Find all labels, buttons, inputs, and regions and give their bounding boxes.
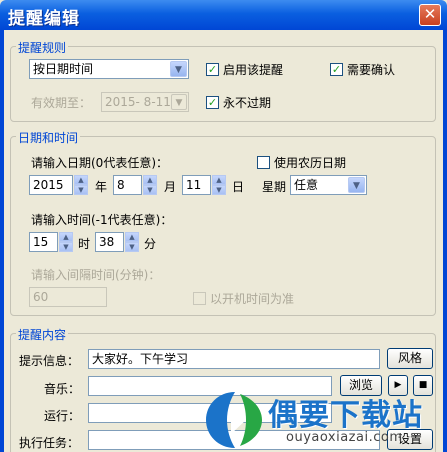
confirm-label: 需要确认: [347, 63, 396, 77]
month-unit: 月: [164, 180, 177, 194]
watermark-url: ouyaoxiazai.com: [286, 430, 403, 445]
year-unit: 年: [95, 180, 108, 194]
validity-label: 有效期至：: [31, 96, 92, 110]
year-spin-up[interactable]: ▲: [74, 175, 88, 185]
watermark-brand: 偶要下载站: [268, 398, 423, 433]
style-button[interactable]: 风格: [387, 348, 433, 369]
minute-spin-down[interactable]: ▼: [125, 242, 139, 252]
mode-select-value: 按日期时间: [33, 62, 94, 76]
enable-label: 启用该提醒: [223, 63, 284, 77]
rule-legend: 提醒规则: [16, 39, 69, 56]
check-icon: ✓: [331, 63, 342, 76]
hour-unit: 时: [78, 237, 91, 251]
month-spin-up[interactable]: ▲: [143, 175, 157, 185]
minute-input[interactable]: 38: [95, 232, 124, 252]
datetime-legend: 日期和时间: [16, 129, 81, 146]
window-title: 提醒编辑: [8, 9, 80, 29]
month-value: 8: [117, 178, 125, 192]
interval-value: 60: [33, 290, 49, 304]
never-expire-label: 永不过期: [223, 96, 272, 110]
check-icon: ✓: [207, 96, 218, 109]
mode-select[interactable]: 按日期时间: [29, 59, 189, 79]
day-value: 11: [186, 178, 202, 192]
watermark-logo-icon: [206, 392, 262, 448]
weekday-label: 星期: [262, 180, 287, 194]
minute-unit: 分: [144, 237, 157, 251]
day-spin-up[interactable]: ▲: [212, 175, 226, 185]
day-unit: 日: [232, 180, 245, 194]
interval-input: 60: [29, 287, 107, 307]
never-expire-checkbox[interactable]: ✓: [206, 96, 219, 109]
content-legend: 提醒内容: [16, 326, 69, 343]
check-icon: ✓: [207, 63, 218, 76]
confirm-checkbox[interactable]: ✓: [330, 63, 343, 76]
message-input[interactable]: 大家好。下午学习: [88, 349, 380, 369]
lunar-checkbox[interactable]: [257, 156, 270, 169]
boot-time-checkbox: [193, 292, 206, 305]
window-border-left: [0, 30, 4, 452]
time-prompt: 请输入时间(-1代表任意)：: [31, 213, 173, 227]
hour-spin-up[interactable]: ▲: [59, 232, 73, 242]
lunar-label: 使用农历日期: [274, 156, 347, 170]
date-prompt: 请输入日期(0代表任意)：: [31, 156, 168, 170]
run-label: 运行：: [44, 409, 81, 423]
close-button[interactable]: ✕: [419, 4, 441, 26]
day-input[interactable]: 11: [182, 175, 211, 195]
hour-value: 15: [33, 235, 49, 249]
year-value: 2015: [33, 178, 64, 192]
month-input[interactable]: 8: [113, 175, 142, 195]
month-spin-down[interactable]: ▼: [143, 185, 157, 195]
weekday-value: 任意: [294, 178, 319, 192]
window-border-right: [443, 30, 447, 452]
minute-value: 38: [99, 235, 115, 249]
minute-spin-up[interactable]: ▲: [125, 232, 139, 242]
music-label: 音乐：: [44, 382, 81, 396]
boot-time-label: 以开机时间为准: [210, 292, 295, 306]
year-spin-down[interactable]: ▼: [74, 185, 88, 195]
stop-icon: ■: [418, 380, 428, 390]
play-icon: ▶: [394, 380, 402, 390]
task-label: 执行任务：: [19, 436, 80, 450]
chevron-down-icon: ▼: [171, 94, 187, 110]
chevron-down-icon[interactable]: ▼: [348, 177, 365, 193]
message-value: 大家好。下午学习: [92, 352, 189, 366]
day-spin-down[interactable]: ▼: [212, 185, 226, 195]
chevron-down-icon[interactable]: ▼: [170, 61, 187, 77]
enable-checkbox[interactable]: ✓: [206, 63, 219, 76]
hour-input[interactable]: 15: [29, 232, 58, 252]
message-label: 提示信息：: [19, 354, 80, 368]
validity-date-value: 2015- 8-11: [105, 95, 171, 109]
year-input[interactable]: 2015: [29, 175, 73, 195]
hour-spin-down[interactable]: ▼: [59, 242, 73, 252]
interval-prompt: 请输入间隔时间(分钟)：: [31, 268, 161, 282]
